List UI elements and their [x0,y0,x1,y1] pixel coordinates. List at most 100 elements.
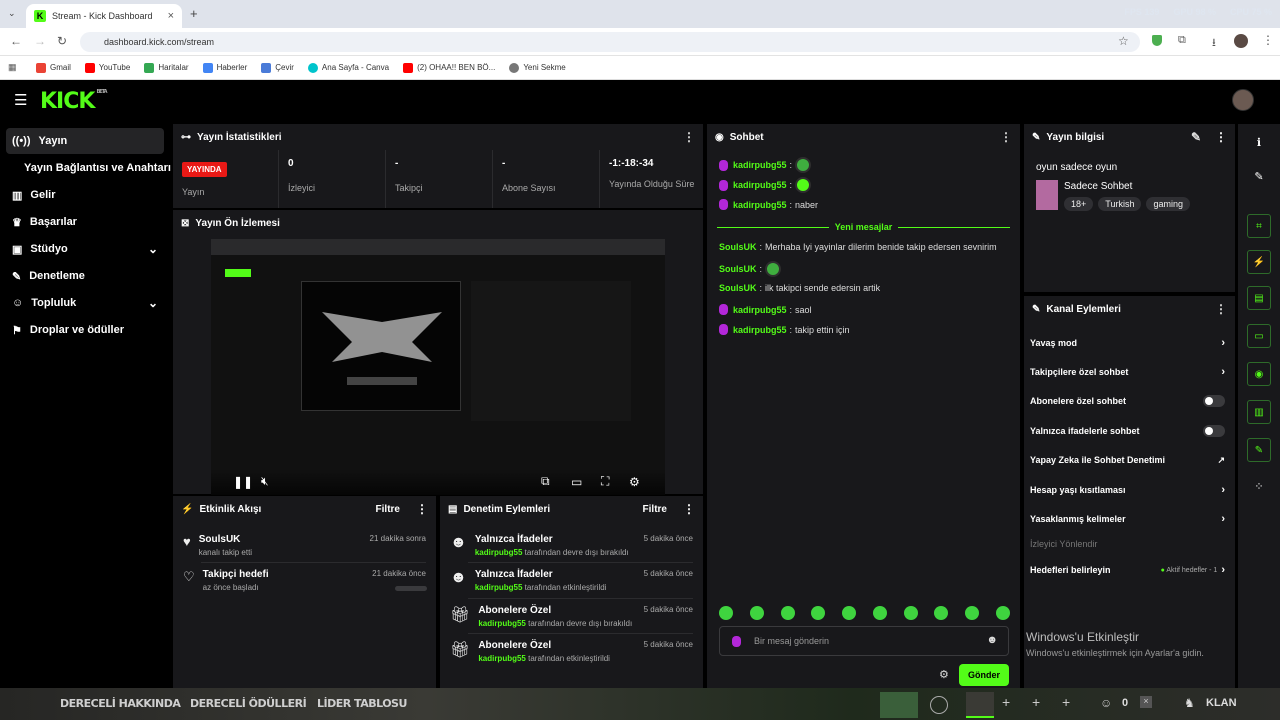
bookmark-gmail[interactable]: Gmail [36,62,71,73]
extensions-icon[interactable]: ⧉ [1178,34,1186,47]
new-tab-icon[interactable]: + [190,6,198,21]
chat-username[interactable]: kadirpubg55 [733,200,787,210]
emote-icon[interactable] [965,606,980,620]
forward-icon[interactable]: → [34,34,46,48]
chat-toggle-icon[interactable] [880,692,918,718]
add-slot-icon[interactable]: + [1062,694,1070,710]
browser-tab[interactable]: K Stream - Kick Dashboard × [26,4,182,28]
video-preview[interactable]: ❚❚ 🔇︎ ⧉ ▭ ⛶ ⚙ [211,239,665,495]
add-slot-icon[interactable]: + [1002,694,1010,710]
reload-icon[interactable]: ↻ [57,34,67,48]
action-account-age[interactable]: Hesap yaşı kısıtlaması › [1030,480,1225,500]
kick-logo[interactable]: KICK BETA [40,89,108,114]
bookmark-youtube[interactable]: YouTube [84,62,130,73]
sidebar-item-drops[interactable]: ⚑ Droplar ve ödüller [6,317,164,343]
sidebar-item-stream-key[interactable]: Yayın Bağlantısı ve Anahtarı [18,155,176,181]
chat-settings-gear-icon[interactable]: ⚙ [939,668,949,681]
download-icon[interactable]: ⭳ [1212,34,1216,53]
subscribers-only-toggle[interactable] [1203,395,1225,407]
chat-username[interactable]: kadirpubg55 [733,305,787,315]
tab-search-icon[interactable]: ⌄ [8,8,16,19]
emote-icon[interactable] [811,606,826,620]
sidebar-item-moderation[interactable]: ✎ Denetleme [6,263,164,289]
send-button[interactable]: Gönder [959,664,1009,686]
sidebar-item-stream[interactable]: ((•)) Yayın [6,128,164,154]
more-options-icon[interactable]: ⋮ [683,502,695,516]
emote-icon[interactable] [719,606,733,620]
action-banned-words[interactable]: Yasaklanmış kelimeler › [1030,509,1225,529]
more-options-icon[interactable]: ⋮ [1215,130,1227,144]
chat-username[interactable]: SoulsUK [719,283,757,293]
chat-username[interactable]: kadirpubg55 [733,325,787,335]
chat-username[interactable]: kadirpubg55 [733,160,787,170]
browser-menu-icon[interactable]: ⋮ [1262,33,1274,47]
bookmark-translate[interactable]: Çevir [261,62,294,73]
rail-lightning-icon[interactable]: ⚡ [1247,250,1271,274]
theater-icon[interactable]: ▭ [571,475,582,489]
url-field[interactable]: dashboard.kick.com/stream [80,32,1140,52]
emote-icon[interactable] [749,606,764,620]
user-avatar[interactable] [1232,89,1254,111]
sidebar-item-achievements[interactable]: ♛ Başarılar [6,209,164,235]
close-tab-icon[interactable]: × [168,10,174,22]
hamburger-menu-icon[interactable]: ☰ [14,91,27,109]
shield-extension-icon[interactable] [1152,35,1162,46]
sidebar-item-studio[interactable]: ▣ Stüdyo ⌄ [6,236,164,262]
emote-icon[interactable] [903,606,918,620]
pause-icon[interactable]: ❚❚ [233,475,253,489]
chat-username[interactable]: SoulsUK [719,264,757,274]
chat-username[interactable]: kadirpubg55 [733,180,787,190]
rail-chat-icon[interactable]: ▭ [1247,324,1271,348]
more-options-icon[interactable]: ⋮ [1215,302,1227,316]
close-icon[interactable]: × [1140,696,1152,708]
emote-icon[interactable] [872,606,887,620]
category-name[interactable]: Sadece Sohbet [1064,181,1132,192]
apps-grid-icon[interactable]: ▦ [8,62,17,73]
profile-avatar[interactable] [1234,34,1248,48]
emote-icon[interactable] [934,606,949,620]
bookmark-star-icon[interactable]: ☆ [1118,34,1129,48]
action-ai-moderation[interactable]: Yapay Zeka ile Sohbet Denetimi ↗ [1030,450,1225,470]
emotes-only-toggle[interactable] [1203,425,1225,437]
action-followers-only[interactable]: Takipçilere özel sohbet › [1030,362,1225,382]
clan-label[interactable]: KLAN [1206,697,1237,709]
settings-gear-icon[interactable]: ⚙ [629,475,640,489]
bookmark-canva[interactable]: Ana Sayfa - Canva [307,62,389,73]
info-icon[interactable]: ℹ [1247,130,1271,154]
sidebar-item-community[interactable]: ☺ Topluluk ⌄ [6,290,164,316]
filter-button[interactable]: Filtre [643,504,667,515]
emote-icon[interactable] [780,606,795,620]
rail-document-icon[interactable]: ▤ [1247,286,1271,310]
edit-icon[interactable]: ✎ [1191,130,1201,144]
rail-wrench-icon[interactable]: ✎ [1247,438,1271,462]
compass-icon[interactable] [930,696,948,714]
edit-icon[interactable]: ✎ [1247,164,1271,188]
sidebar-item-revenue[interactable]: ▥ Gelir [6,182,164,208]
mute-icon[interactable]: 🔇︎ [261,474,269,489]
back-icon[interactable]: ← [10,34,22,48]
more-options-icon[interactable]: ⋮ [683,130,695,144]
friends-icon[interactable]: ☺ [1100,696,1112,710]
player-slot[interactable] [966,692,994,718]
fullscreen-icon[interactable]: ⛶ [601,474,609,489]
more-options-icon[interactable]: ⋮ [416,502,428,516]
bookmark-news[interactable]: Haberler [202,62,247,73]
emoji-picker-icon[interactable]: ☻ [986,634,998,646]
pip-icon[interactable]: ⧉ [541,474,550,489]
chat-input[interactable]: Bir mesaj gönderin ☻ [719,626,1009,656]
rail-broadcast-icon[interactable]: ◉ [1247,362,1271,386]
more-options-icon[interactable]: ⋮ [1000,130,1012,144]
emote-icon[interactable] [842,606,857,620]
ranked-rewards-tab[interactable]: DERECELİ ÖDÜLLERİ [190,697,307,710]
bookmark-video[interactable]: (2) OHAA!! BEN BÖ... [403,62,495,73]
rail-scan-icon[interactable]: ⌗ [1247,214,1271,238]
leaderboard-tab[interactable]: LİDER TABLOSU [317,697,407,710]
filter-button[interactable]: Filtre [376,504,400,515]
action-set-goals[interactable]: Hedefleri belirleyin ● Aktif hedefler - 1… [1030,560,1225,580]
rail-apps-icon[interactable]: ⁘ [1247,474,1271,498]
bookmark-newtab[interactable]: Yeni Sekme [509,62,566,73]
chat-username[interactable]: SoulsUK [719,242,757,252]
ranked-about-tab[interactable]: DERECELİ HAKKINDA [60,697,181,710]
emote-icon[interactable] [995,606,1010,620]
action-slow-mode[interactable]: Yavaş mod › [1030,333,1225,353]
